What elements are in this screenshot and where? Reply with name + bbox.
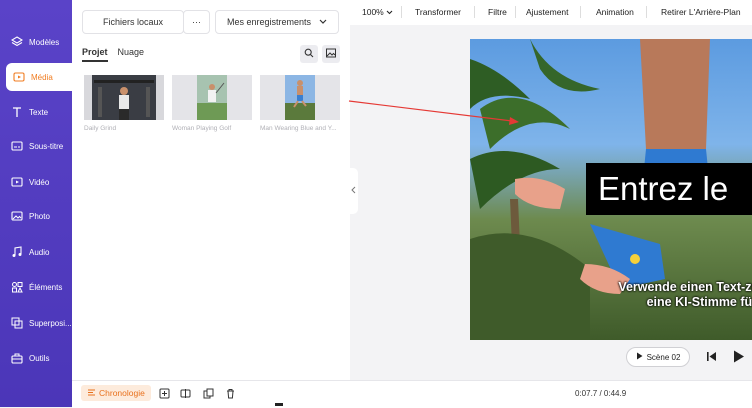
duplicate-icon[interactable] (202, 387, 214, 399)
sidebar-item-superposition[interactable]: Superposi... (0, 309, 72, 337)
image-view-button[interactable] (322, 45, 340, 63)
sidebar-item-label: Éléments (29, 282, 63, 292)
search-icon (304, 48, 314, 61)
transform-button[interactable]: Transformer (415, 7, 461, 17)
sidebar-item-texte[interactable]: Texte (0, 98, 72, 126)
timeline-handle[interactable] (275, 403, 283, 406)
canvas-subtitle-text[interactable]: Verwende einen Text-zu-Sprac eine KI-Sti… (558, 280, 752, 310)
scene-label: Scène 02 (646, 352, 681, 362)
video-icon (10, 175, 24, 189)
sidebar-item-label: Photo (29, 211, 50, 221)
canvas-headline-text[interactable]: Entrez le (586, 163, 752, 215)
recordings-dropdown[interactable]: Mes enregistrements (215, 10, 339, 34)
media-thumbnail[interactable]: Man Wearing Blue and Y... (260, 75, 340, 132)
thumbnail-caption: Man Wearing Blue and Y... (260, 125, 337, 132)
subtitle-icon (10, 139, 24, 153)
more-options-button[interactable]: ··· (183, 10, 210, 34)
add-scene-icon[interactable] (158, 387, 170, 399)
search-button[interactable] (300, 45, 318, 63)
zoom-dropdown[interactable]: 100% (362, 7, 393, 17)
thumbnail-caption: Daily Grind (84, 125, 117, 132)
media-folder-icon (12, 70, 26, 84)
sidebar-item-elements[interactable]: Éléments (0, 273, 72, 301)
play-icon (733, 350, 745, 366)
sidebar-item-video[interactable]: Vidéo (0, 168, 72, 196)
sidebar-item-media[interactable]: Média (6, 63, 72, 91)
chevron-down-icon (319, 17, 327, 27)
zoom-level: 100% (362, 7, 384, 17)
sidebar-item-photo[interactable]: Photo (0, 202, 72, 230)
photo-icon (10, 209, 24, 223)
sidebar-item-label: Audio (29, 247, 50, 257)
sidebar-item-modeles[interactable]: Modèles (0, 28, 72, 56)
sidebar-item-label: Outils (29, 353, 50, 363)
timeline-icon (87, 388, 96, 399)
toolbox-icon (10, 351, 24, 365)
sidebar-item-label: Texte (29, 107, 49, 117)
bottom-timeline-bar: Chronologie 0:07.7 / 0:44.9 (72, 380, 752, 408)
skip-back-icon (706, 352, 717, 365)
timeline-toggle-button[interactable]: Chronologie (81, 385, 151, 401)
subtitle-line-2: eine KI-Stimme für dein V (646, 295, 752, 309)
recordings-label: Mes enregistrements (226, 17, 312, 27)
toolbar-divider (580, 6, 581, 18)
layers-icon (10, 35, 24, 49)
tab-nuage[interactable]: Nuage (118, 47, 145, 62)
media-tabs: Projet Nuage (82, 47, 144, 62)
animation-button[interactable]: Animation (596, 7, 634, 17)
media-thumbnail[interactable]: Woman Playing Golf (172, 75, 252, 132)
toolbar-divider (474, 6, 475, 18)
sidebar-item-sous-titre[interactable]: Sous-titre (0, 132, 72, 160)
media-panel: Fichiers locaux ··· Mes enregistrements … (72, 0, 350, 380)
play-button[interactable] (733, 350, 745, 366)
filter-button[interactable]: Filtre (488, 7, 507, 17)
chevron-left-icon (351, 186, 356, 196)
chevron-down-icon (386, 7, 393, 17)
toolbar-divider (646, 6, 647, 18)
play-icon (636, 352, 643, 362)
overlay-icon (10, 316, 24, 330)
more-icon: ··· (192, 17, 201, 27)
scene-play-button[interactable]: Scène 02 (626, 347, 690, 367)
media-thumbnail[interactable]: Daily Grind (84, 75, 164, 132)
sidebar-item-label: Sous-titre (29, 141, 64, 151)
toolbar-divider (515, 6, 516, 18)
timecode: 0:07.7 / 0:44.9 (575, 389, 627, 398)
adjust-button[interactable]: Ajustement (526, 7, 569, 17)
remove-background-button[interactable]: Retirer L'Arrière-Plan (661, 7, 741, 17)
sidebar-item-audio[interactable]: Audio (0, 238, 72, 266)
sidebar-item-label: Modèles (29, 37, 60, 47)
thumbnail-image (260, 75, 340, 120)
top-toolbar: 100% Transformer Filtre Ajustement Anima… (350, 0, 752, 25)
sidebar-item-label: Vidéo (29, 177, 50, 187)
sidebar-item-label: Superposi... (29, 318, 72, 328)
shapes-icon (10, 280, 24, 294)
sidebar: Modèles Média Texte Sous-titre Vidéo Pho… (0, 0, 72, 407)
music-icon (10, 245, 24, 259)
text-icon (10, 105, 24, 119)
split-icon[interactable] (179, 387, 191, 399)
thumbnail-image (84, 75, 164, 120)
thumbnail-caption: Woman Playing Golf (172, 125, 232, 132)
toolbar-divider (401, 6, 402, 18)
sidebar-item-outils[interactable]: Outils (0, 344, 72, 372)
local-files-label: Fichiers locaux (102, 17, 164, 27)
delete-icon[interactable] (224, 387, 236, 399)
skip-back-button[interactable] (706, 351, 717, 365)
timeline-label: Chronologie (99, 388, 145, 398)
thumbnail-image (172, 75, 252, 120)
collapse-panel-handle[interactable] (349, 168, 358, 214)
video-canvas[interactable]: Entrez le Verwende einen Text-zu-Sprac e… (470, 39, 752, 340)
local-files-button[interactable]: Fichiers locaux (82, 10, 184, 34)
sidebar-item-label: Média (31, 72, 53, 82)
subtitle-line-1: Verwende einen Text-zu-Sprac (618, 280, 752, 294)
image-icon (326, 48, 336, 61)
tab-projet[interactable]: Projet (82, 47, 108, 62)
